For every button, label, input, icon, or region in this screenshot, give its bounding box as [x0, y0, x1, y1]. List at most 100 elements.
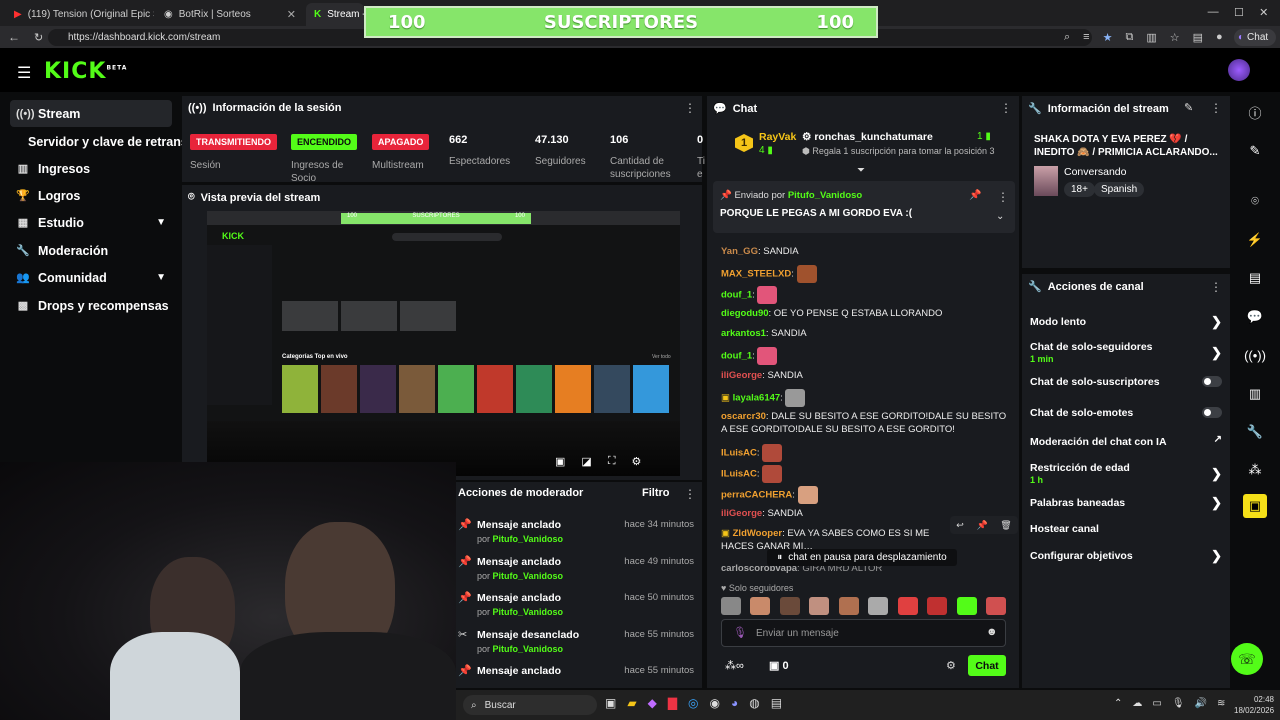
copilot-icon[interactable]: ◆ [648, 696, 657, 710]
wrench-icon[interactable]: 🔧 [1240, 417, 1270, 447]
maximize-icon[interactable]: ☐ [1234, 6, 1244, 19]
store-points[interactable]: ▣ 0 [769, 659, 789, 672]
tab-kick-stream[interactable]: K Stream - Ki [306, 3, 364, 26]
microphone-icon[interactable]: 🎙 [1172, 698, 1185, 709]
collections-icon[interactable]: ▤ [1193, 31, 1203, 44]
mod-actions-icon[interactable]: ▥ [1240, 379, 1270, 409]
emote-button[interactable] [985, 597, 1006, 615]
edit-icon[interactable]: ✎ [1240, 136, 1270, 166]
star-icon[interactable]: ★ [1103, 31, 1113, 44]
emote-button[interactable] [868, 597, 889, 615]
reload-icon[interactable]: ↻ [34, 31, 43, 44]
task-view-icon[interactable]: ▣ [605, 696, 616, 710]
emote-button[interactable] [809, 597, 830, 615]
mod-action-row[interactable]: ✂ Mensaje desanclado por Pitufo_Vanidoso… [456, 624, 700, 660]
settings-icon[interactable]: ⚙ [632, 455, 642, 468]
zoom-icon[interactable]: ⌕ [1064, 31, 1070, 44]
tab-botrix[interactable]: ◉ BotRix | Sorteos ✕ [156, 3, 304, 26]
support-icon[interactable]: ☏ [1231, 643, 1263, 675]
emote-button[interactable] [721, 597, 741, 615]
channel-action-host[interactable]: Hostear canal [1030, 523, 1226, 535]
file-explorer-icon[interactable]: ▰ [627, 696, 636, 710]
taskbar-search[interactable]: ⌕ Buscar [463, 695, 597, 715]
wifi-icon[interactable]: ≋ [1217, 698, 1225, 709]
emote-button[interactable] [779, 597, 800, 615]
pip-icon[interactable]: ◪ [581, 455, 591, 468]
chat-paused-banner[interactable]: ⏸ chat en pausa para desplazamiento [767, 549, 957, 566]
taskbar-clock[interactable]: 02:48 18/02/2026 [1234, 694, 1274, 716]
edge-icon[interactable]: ◎ [688, 696, 698, 710]
channel-action-followers-only[interactable]: Chat de solo-seguidores 1 min ❯ [1030, 341, 1226, 365]
subs-only-toggle[interactable] [1202, 376, 1222, 387]
emoji-icon[interactable]: ☻ [986, 626, 998, 638]
expand-leaderboard-icon[interactable]: ⏷ [857, 165, 865, 176]
cloud-icon[interactable]: ☁ [1132, 698, 1142, 709]
info-icon[interactable]: ⓘ [1240, 97, 1270, 127]
chat-menu-icon[interactable]: ⋮ [1000, 101, 1012, 115]
volume-icon[interactable]: 🔊 [1195, 698, 1207, 709]
channel-action-banned-words[interactable]: Palabras baneadas ❯ [1030, 495, 1226, 510]
steam-icon[interactable]: ◉ [710, 696, 720, 710]
favorites-icon[interactable]: ☆ [1170, 31, 1180, 44]
gift-prompt[interactable]: ⬢ Regala 1 suscripción para tomar la pos… [802, 146, 994, 157]
sidebar-item-comunidad[interactable]: 👥 Comunidad ▼ [10, 264, 172, 291]
emote-button[interactable] [897, 597, 918, 615]
mod-action-row[interactable]: 📌 Mensaje anclado por Pitufo_Vanidoso ha… [456, 551, 700, 587]
channel-actions-menu-icon[interactable]: ⋮ [1210, 280, 1222, 294]
pin-icon[interactable]: 📌 [969, 190, 981, 201]
emote-button[interactable] [956, 597, 977, 615]
tab-youtube[interactable]: ▶ (119) Tension (Original Epic S… ✕ [6, 3, 154, 26]
filter-button[interactable]: Filtro [642, 487, 670, 499]
delete-icon[interactable]: 🗑 [1000, 520, 1011, 531]
channel-action-subs-only[interactable]: Chat de solo-suscriptores [1030, 376, 1226, 388]
chat-input[interactable]: 🎙 Enviar un mensaje ☻ [721, 619, 1006, 647]
edit-icon[interactable]: ✎ [1184, 101, 1193, 114]
close-icon[interactable]: ✕ [287, 8, 296, 21]
kick-logo[interactable]: KICKBETA [44, 59, 127, 84]
sidebar-item-estudio[interactable]: ▦ Estudio ▼ [10, 209, 172, 236]
notes-icon[interactable]: ▤ [1240, 263, 1270, 293]
mod-action-row[interactable]: 📌 Mensaje anclado hace 55 minutos [456, 660, 700, 688]
sidebar-item-ingresos[interactable]: ▥ Ingresos [10, 155, 172, 182]
channel-action-slow-mode[interactable]: Modo lento ❯ [1030, 314, 1226, 329]
minimize-icon[interactable]: — [1208, 6, 1219, 19]
community-icon[interactable]: ⁂ [1240, 455, 1270, 485]
fullscreen-icon[interactable]: ⛶ [608, 455, 616, 468]
user-avatar[interactable] [1228, 59, 1250, 81]
stream-preview-video[interactable]: 100 SUSCRIPTORES 100 KICK Categorías Top e… [207, 211, 680, 476]
points-icon[interactable]: ⁂∞ [725, 659, 744, 672]
screenshot-icon[interactable]: ▣ [555, 455, 565, 468]
discord-icon[interactable]: ◕ [731, 696, 738, 710]
extensions-icon[interactable]: ⧉ [1125, 31, 1133, 44]
mod-action-row[interactable]: 📌 Mensaje anclado por Pitufo_Vanidoso ha… [456, 587, 700, 623]
focus-icon[interactable]: ⌾ [1240, 186, 1270, 216]
hamburger-menu-icon[interactable]: ☰ [17, 63, 31, 83]
chevron-up-icon[interactable]: ⌃ [1114, 698, 1122, 709]
pin-icon[interactable]: 📌 [976, 520, 987, 531]
channel-action-goals[interactable]: Configurar objetivos ❯ [1030, 548, 1226, 563]
app-icon[interactable]: ▤ [771, 696, 782, 710]
sidebar-item-stream[interactable]: ((•)) Stream [10, 100, 172, 127]
close-window-icon[interactable]: ✕ [1259, 6, 1268, 19]
profile-icon[interactable]: ● [1216, 31, 1223, 44]
back-icon[interactable]: ← [8, 30, 20, 44]
chevron-down-icon[interactable]: ⌄ [996, 211, 1004, 222]
chat-icon[interactable]: 💬 [1240, 302, 1270, 332]
reply-icon[interactable]: ↩ [956, 520, 964, 531]
network-icon[interactable]: ▭ [1152, 698, 1161, 709]
app-red-icon[interactable]: ▇ [668, 696, 677, 710]
reader-icon[interactable]: ≡ [1083, 31, 1089, 44]
split-icon[interactable]: ▥ [1146, 31, 1156, 44]
pinned-menu-icon[interactable]: ⋮ [997, 190, 1009, 204]
microphone-icon[interactable]: 🎙 [733, 626, 747, 639]
emote-button[interactable] [927, 597, 948, 615]
sidebar-item-logros[interactable]: 🏆 Logros [10, 182, 172, 209]
lightning-icon[interactable]: ⚡ [1240, 225, 1270, 255]
emote-button[interactable] [838, 597, 859, 615]
stream-info-menu-icon[interactable]: ⋮ [1210, 101, 1222, 115]
channel-action-ai-moderation[interactable]: Moderación del chat con IA ↗ [1030, 434, 1226, 448]
obs-icon[interactable]: ◍ [749, 696, 759, 710]
chat-settings-icon[interactable]: ⚙ [946, 659, 956, 672]
mod-action-row[interactable]: 📌 Mensaje anclado por Pitufo_Vanidoso ha… [456, 514, 700, 550]
copilot-chat-button[interactable]: ◐ Chat [1234, 29, 1276, 46]
